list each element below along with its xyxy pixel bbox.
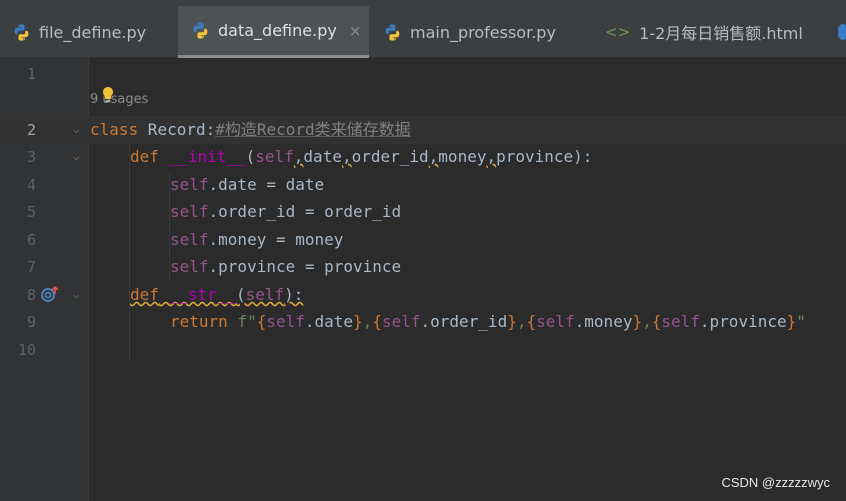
paren: ( <box>235 285 246 304</box>
brace: { <box>256 312 267 331</box>
string: f" <box>227 312 257 331</box>
comma: , <box>341 147 352 166</box>
keyword: return <box>170 312 228 331</box>
attribute: .province <box>699 312 787 331</box>
tab-main-professor[interactable]: main_professor.py <box>383 6 593 58</box>
self-keyword: self <box>170 175 209 194</box>
string: , <box>362 312 373 331</box>
assignment: .money = money <box>208 230 344 249</box>
brace: } <box>507 312 517 331</box>
self-keyword: self <box>170 230 209 249</box>
comma: , <box>486 147 497 166</box>
keyword: def <box>130 285 159 304</box>
self-keyword: self <box>170 202 209 221</box>
tab-label: file_define.py <box>39 22 147 42</box>
line-number: 2 <box>26 121 36 139</box>
paren: ): <box>284 285 304 304</box>
tab-label: data_define.py <box>218 21 337 40</box>
python-icon <box>193 22 208 39</box>
line-number: 4 <box>26 176 36 194</box>
self-keyword: self <box>536 312 575 331</box>
assignment: .date = date <box>208 175 325 194</box>
brace: } <box>786 312 797 331</box>
fold-chevron-icon[interactable]: ⌵ <box>73 116 80 144</box>
editor-tab-bar: file_define.py data_define.py × main_pro… <box>0 6 846 58</box>
self-keyword: self <box>170 257 209 276</box>
self-keyword: self <box>255 147 294 166</box>
watermark: CSDN @zzzzzwyc <box>721 475 830 490</box>
tab-html-file[interactable]: <> 1-2月每日销售额.html <box>605 6 835 58</box>
line-number: 10 <box>17 341 36 359</box>
brace: { <box>372 312 382 331</box>
tab-label: 1-2月每日销售额.html <box>639 24 803 43</box>
code-line-8[interactable]: def __str__(self): <box>130 281 303 309</box>
param: date <box>303 147 342 166</box>
indent-guide <box>129 144 130 362</box>
attribute: .order_id <box>420 312 508 331</box>
code-line-6[interactable]: self.money = money <box>170 226 343 254</box>
param: order_id <box>351 147 429 166</box>
keyword: def <box>130 147 159 166</box>
self-keyword: self <box>266 312 305 331</box>
assignment: .order_id = order_id <box>208 202 402 221</box>
code-line-4[interactable]: self.date = date <box>170 171 324 199</box>
attribute: .date <box>304 312 354 331</box>
code-line-7[interactable]: self.province = province <box>170 253 401 281</box>
code-line-9[interactable]: return f"{self.date},{self.order_id},{se… <box>170 308 806 336</box>
self-keyword: self <box>245 285 285 304</box>
tab-label: main_professor.py <box>410 22 556 42</box>
keyword: class <box>90 120 139 139</box>
assignment: .province = province <box>208 257 402 276</box>
python-icon <box>14 23 29 41</box>
code-line-3[interactable]: def __init__(self,date,order_id,money,pr… <box>130 143 592 171</box>
string: , <box>642 312 652 331</box>
code-line-2[interactable]: class Record:#构造Record类来储存数据 <box>90 116 411 144</box>
attribute: .money <box>574 312 633 331</box>
code-line-5[interactable]: self.order_id = order_id <box>170 198 401 226</box>
brace: } <box>632 312 643 331</box>
tab-file-define[interactable]: file_define.py <box>0 6 178 58</box>
line-number: 5 <box>26 203 36 221</box>
usages-hint[interactable]: 9 usages <box>90 92 148 107</box>
brace: { <box>651 312 662 331</box>
paren: ): <box>573 147 593 166</box>
line-number: 7 <box>26 258 36 276</box>
paren: ( <box>245 147 256 166</box>
tab-data-define[interactable]: data_define.py × <box>178 6 369 58</box>
class-name: Record: <box>138 120 216 139</box>
line-number: 9 <box>26 313 36 331</box>
line-number: 8 <box>26 286 36 304</box>
python-icon <box>838 24 846 40</box>
fold-chevron-icon[interactable]: ⌵ <box>73 281 80 309</box>
param: province <box>496 147 574 166</box>
fold-chevron-icon[interactable]: ⌵ <box>73 143 80 171</box>
comma: , <box>428 147 439 166</box>
self-keyword: self <box>661 312 700 331</box>
comment: #构造Record类来储存数据 <box>215 120 411 139</box>
brace: } <box>353 312 363 331</box>
line-number: 1 <box>26 65 36 83</box>
comma: , <box>293 147 304 166</box>
param: money <box>438 147 487 166</box>
brace: { <box>526 312 537 331</box>
override-method-icon[interactable] <box>41 285 61 303</box>
function-name: __str__ <box>168 285 236 304</box>
close-tab-icon[interactable]: × <box>349 22 362 40</box>
line-number: 3 <box>26 148 36 166</box>
lightbulb-icon[interactable] <box>101 86 115 104</box>
function-name: __init__ <box>168 147 246 166</box>
python-icon <box>385 23 400 41</box>
string: " <box>796 312 806 331</box>
self-keyword: self <box>381 312 421 331</box>
line-number: 6 <box>26 231 36 249</box>
html-code-icon: <> <box>605 23 631 41</box>
